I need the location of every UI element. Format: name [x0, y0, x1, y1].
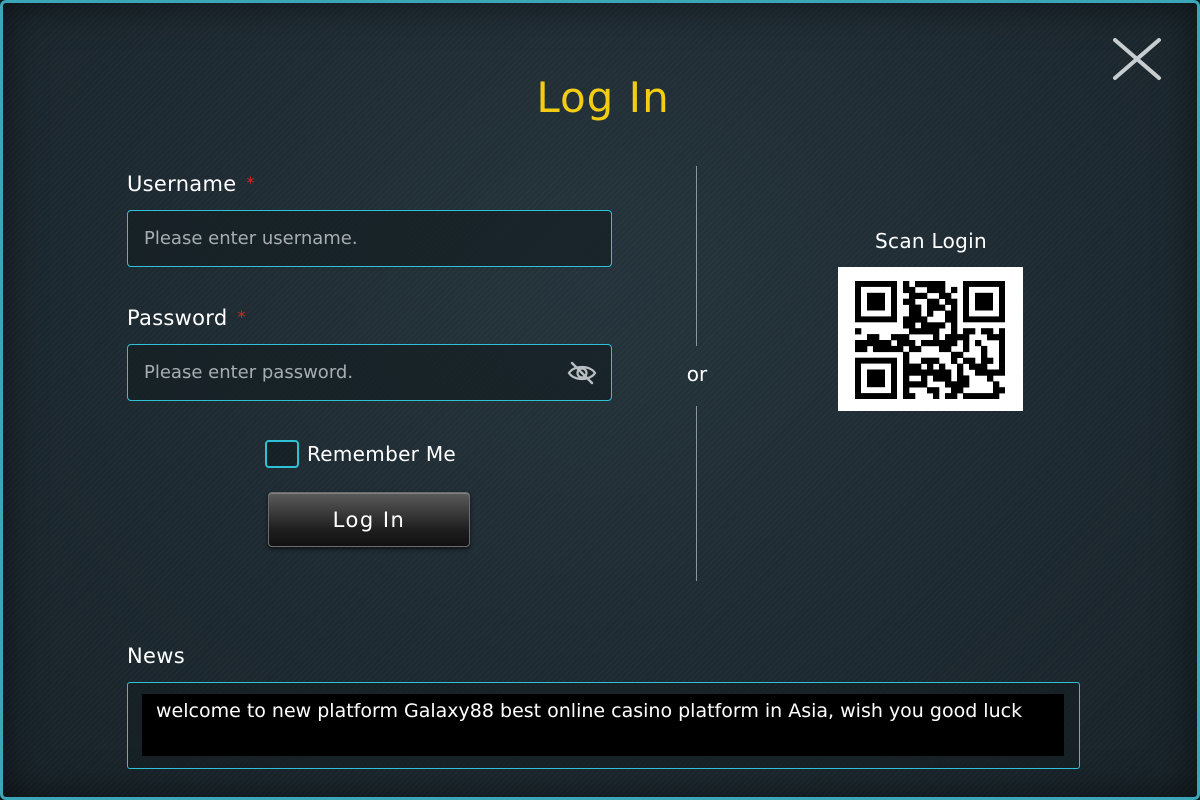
scan-login-label: Scan Login [875, 229, 987, 253]
password-field [127, 344, 612, 401]
username-label: Username * [127, 172, 255, 196]
qr-code-icon [855, 281, 1005, 399]
username-label-text: Username [127, 172, 237, 196]
required-mark: * [237, 307, 246, 326]
divider-line [696, 406, 697, 581]
password-label: Password * [127, 306, 246, 330]
dialog-title: Log In [536, 73, 670, 122]
remember-me-toggle[interactable]: Remember Me [265, 440, 456, 468]
divider-line [696, 166, 697, 346]
news-message: welcome to new platform Galaxy88 best on… [142, 694, 1064, 756]
or-separator: or [686, 362, 708, 386]
remember-me-checkbox[interactable] [265, 440, 299, 468]
remember-me-label: Remember Me [307, 442, 457, 466]
password-input[interactable] [128, 345, 611, 400]
login-dialog: Log In Username * Password * Remember Me L… [0, 0, 1200, 800]
password-label-text: Password [127, 306, 228, 330]
qr-code [838, 267, 1023, 411]
eye-slash-icon[interactable] [567, 360, 597, 386]
required-mark: * [246, 173, 255, 192]
username-input[interactable] [128, 211, 611, 266]
login-button[interactable]: Log In [268, 492, 470, 547]
news-panel: welcome to new platform Galaxy88 best on… [127, 682, 1080, 769]
news-label: News [127, 644, 185, 668]
username-field [127, 210, 612, 267]
